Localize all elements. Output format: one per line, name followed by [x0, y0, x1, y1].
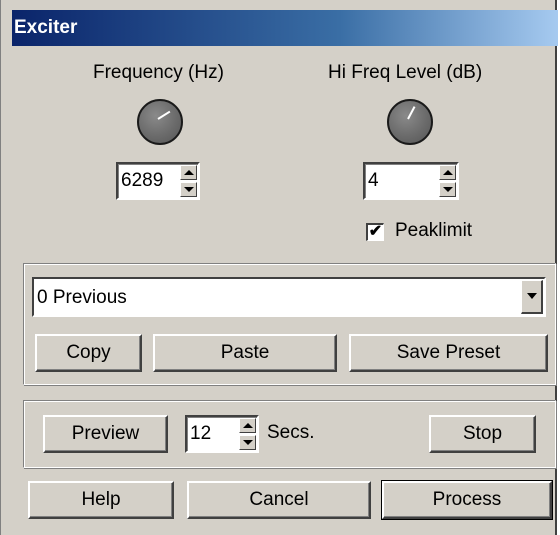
seconds-down-button[interactable]	[239, 435, 256, 450]
arrow-down-icon	[184, 187, 194, 192]
arrow-down-icon	[243, 440, 253, 445]
hifreq-down-button[interactable]	[439, 182, 456, 197]
peaklimit-checkbox[interactable]: ✔	[366, 223, 384, 241]
chevron-down-icon	[527, 293, 537, 299]
knob-pointer-icon	[157, 110, 171, 120]
window-title: Exciter	[14, 17, 78, 38]
seconds-up-button[interactable]	[239, 418, 256, 433]
peaklimit-label: Peaklimit	[395, 220, 473, 241]
frequency-spinbox[interactable]: 6289	[116, 162, 200, 200]
preset-dropdown-button[interactable]	[521, 280, 543, 314]
stop-button[interactable]: Stop	[429, 415, 536, 453]
hifreq-value: 4	[368, 170, 379, 191]
preset-dropdown[interactable]: 0 Previous	[32, 277, 546, 317]
arrow-up-icon	[243, 423, 253, 428]
frequency-label: Frequency (Hz)	[93, 62, 224, 83]
process-button[interactable]: Process	[381, 480, 553, 520]
cancel-button[interactable]: Cancel	[187, 481, 371, 519]
preset-selected: 0 Previous	[37, 287, 127, 308]
frequency-down-button[interactable]	[180, 182, 197, 197]
hifreq-label: Hi Freq Level (dB)	[328, 62, 483, 83]
hifreq-spinbox[interactable]: 4	[363, 162, 459, 200]
save-preset-button[interactable]: Save Preset	[349, 334, 548, 372]
hifreq-knob[interactable]	[387, 99, 433, 145]
arrow-up-icon	[184, 170, 194, 175]
preview-seconds-value: 12	[190, 423, 212, 444]
frequency-knob[interactable]	[137, 99, 183, 145]
preview-button[interactable]: Preview	[43, 415, 168, 453]
frequency-up-button[interactable]	[180, 165, 197, 180]
preset-group: 0 Previous Copy Paste Save Preset	[23, 263, 556, 385]
hifreq-up-button[interactable]	[439, 165, 456, 180]
preview-group: Preview 12 Secs. Stop	[23, 400, 556, 468]
seconds-unit-label: Secs.	[267, 422, 315, 443]
preview-seconds-spinbox[interactable]: 12	[185, 415, 259, 453]
help-button[interactable]: Help	[28, 481, 174, 519]
copy-button[interactable]: Copy	[35, 334, 142, 372]
paste-button[interactable]: Paste	[153, 334, 337, 372]
arrow-up-icon	[443, 170, 453, 175]
exciter-dialog: Exciter Frequency (Hz) 6289 Hi Freq Leve…	[0, 0, 558, 535]
title-bar: Exciter	[12, 10, 558, 46]
knob-pointer-icon	[407, 106, 416, 120]
frequency-value: 6289	[121, 170, 164, 191]
arrow-down-icon	[443, 187, 453, 192]
